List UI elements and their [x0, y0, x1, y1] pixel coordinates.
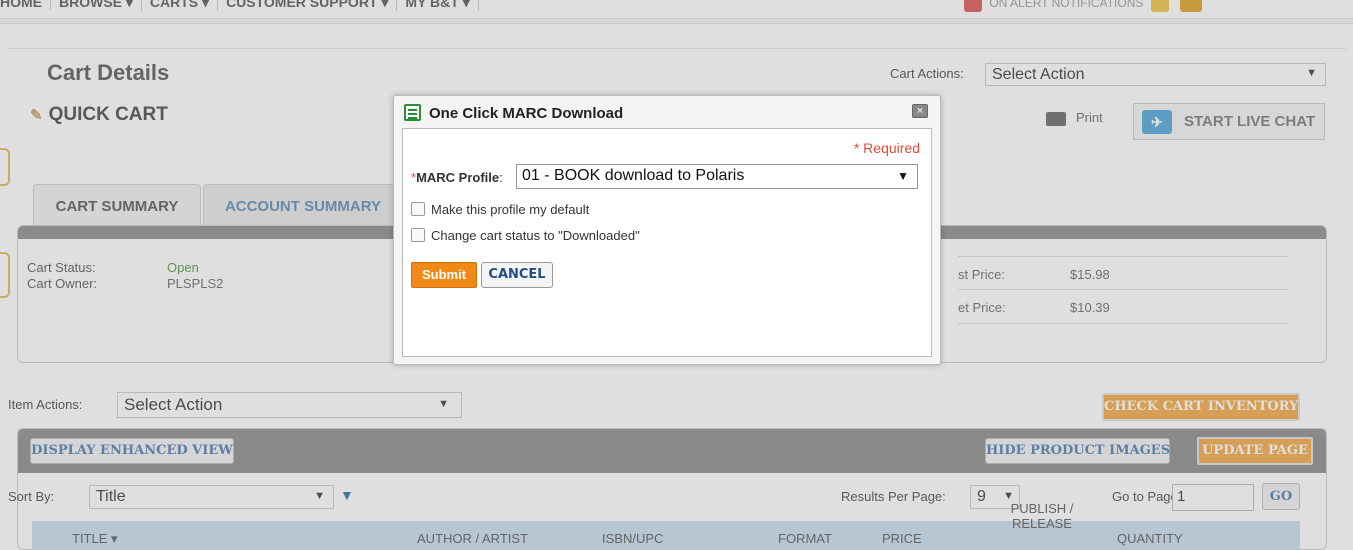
main-menu: HOME BROWSE ▾ CARTS ▾ CUSTOMER SUPPORT ▾ MY … — [0, 0, 479, 11]
start-live-chat-button[interactable]: ✈ START LIVE CHAT — [1133, 103, 1325, 140]
alert-icon[interactable] — [964, 0, 982, 12]
column-title[interactable]: TITLE ▾ — [72, 531, 118, 547]
cart-actions-value: Select Action — [992, 66, 1085, 83]
net-price-value: $10.39 — [1070, 300, 1110, 315]
chevron-down-icon: ▼ — [438, 398, 449, 410]
default-profile-label: Make this profile my default — [431, 202, 590, 217]
net-price-label: et Price: — [958, 300, 1006, 315]
header-divider — [0, 18, 1353, 24]
badge-icon — [1150, 0, 1169, 12]
item-actions-select[interactable]: Select Action ▼ — [117, 392, 462, 418]
list-price-row: st Price: $15.98 — [958, 256, 1288, 290]
pencil-icon[interactable]: ✎ — [30, 107, 43, 124]
print-button[interactable]: Print — [1046, 110, 1103, 126]
alerts-area: ON ALERT NOTIFICATIONS — [960, 0, 1206, 12]
results-per-page-label: Results Per Page: — [841, 489, 946, 504]
column-price: PRICE — [882, 531, 922, 546]
dialog-body: * Required *MARC Profile: 01 - BOOK down… — [402, 128, 932, 357]
top-navigation: HOME BROWSE ▾ CARTS ▾ CUSTOMER SUPPORT ▾ MY … — [0, 0, 1353, 18]
marc-profile-label-text: MARC Profile — [416, 170, 500, 185]
chevron-down-icon: ▼ — [1306, 67, 1317, 79]
column-publish-release: PUBLISH / RELEASE — [1010, 501, 1074, 531]
cart-status-value: Open — [167, 260, 199, 275]
results-per-page-value: 9 — [977, 488, 986, 505]
tab-account-summary[interactable]: ACCOUNT SUMMARY — [203, 184, 403, 226]
cart-owner: Cart Owner: PLSPLS2 — [27, 276, 223, 291]
dialog-title-text: One Click MARC Download — [429, 105, 624, 122]
column-author: AUTHOR / ARTIST — [417, 531, 528, 546]
nav-home[interactable]: HOME — [0, 0, 51, 10]
go-to-page-label: Go to Page: — [1112, 489, 1182, 504]
nav-browse[interactable]: BROWSE ▾ — [51, 0, 142, 11]
chevron-down-icon: ▼ — [897, 169, 909, 183]
hide-product-images-button[interactable]: HIDE PRODUCT IMAGES — [985, 438, 1170, 464]
side-tab-upper[interactable] — [0, 148, 10, 186]
downloaded-status-option: Change cart status to "Downloaded" — [411, 228, 640, 243]
chevron-down-icon: ▼ — [314, 490, 325, 502]
default-profile-checkbox[interactable] — [411, 202, 425, 216]
live-chat-label: START LIVE CHAT — [1184, 113, 1316, 130]
cart-actions-label: Cart Actions: — [890, 66, 964, 81]
printer-icon — [1046, 111, 1066, 126]
cart-owner-label: Cart Owner: — [27, 276, 98, 291]
sort-direction-icon[interactable]: ▼ — [340, 487, 354, 503]
required-note: * Required — [853, 140, 920, 156]
net-price-row: et Price: $10.39 — [958, 290, 1288, 324]
item-actions-value: Select Action — [124, 395, 223, 414]
default-profile-option: Make this profile my default — [411, 202, 589, 217]
downloaded-status-label: Change cart status to "Downloaded" — [431, 228, 640, 243]
cart-name: ✎ QUICK CART — [30, 104, 168, 126]
go-to-page-input[interactable]: 1 — [1172, 484, 1254, 511]
cart-name-text: QUICK CART — [48, 104, 168, 125]
marc-profile-select[interactable]: 01 - BOOK download to Polaris ▼ — [516, 164, 918, 189]
cancel-button[interactable]: CANCEL — [481, 262, 553, 288]
column-format: FORMAT — [778, 531, 832, 546]
submit-button[interactable]: Submit — [411, 262, 477, 288]
marc-profile-value: 01 - BOOK download to Polaris — [522, 167, 745, 184]
cart-actions-select[interactable]: Select Action ▼ — [985, 63, 1326, 86]
column-isbn: ISBN/UPC — [602, 531, 664, 546]
cart-status-label: Cart Status: — [27, 260, 96, 275]
column-quantity: QUANTITY — [1117, 531, 1183, 546]
close-icon[interactable]: × — [912, 104, 928, 118]
nav-customer-support[interactable]: CUSTOMER SUPPORT ▾ — [218, 0, 398, 11]
list-price-value: $15.98 — [1070, 267, 1110, 282]
print-label: Print — [1076, 110, 1103, 125]
item-actions-label: Item Actions: — [8, 397, 83, 412]
list-price-label: st Price: — [958, 267, 1005, 282]
alerts-text[interactable]: ON ALERT NOTIFICATIONS — [989, 0, 1143, 10]
chat-icon: ✈ — [1142, 110, 1172, 134]
go-button[interactable]: GO — [1262, 483, 1300, 510]
tab-cart-summary[interactable]: CART SUMMARY — [33, 184, 201, 226]
update-page-button[interactable]: UPDATE PAGE — [1197, 437, 1313, 465]
account-icon[interactable] — [1180, 0, 1203, 12]
display-enhanced-view-button[interactable]: DISPLAY ENHANCED VIEW — [30, 438, 234, 464]
nav-carts[interactable]: CARTS ▾ — [142, 0, 219, 11]
cart-status: Cart Status: Open — [27, 260, 199, 275]
dialog-title: One Click MARC Download — [404, 104, 623, 122]
sort-by-select[interactable]: Title ▼ — [89, 485, 334, 509]
sort-by-value: Title — [96, 488, 126, 505]
check-cart-inventory-button[interactable]: CHECK CART INVENTORY — [1102, 393, 1300, 421]
document-icon — [404, 104, 421, 121]
side-tab-lower[interactable] — [0, 252, 10, 298]
sort-by-label: Sort By: — [8, 489, 55, 504]
page-title: Cart Details — [47, 60, 170, 85]
table-header: TITLE ▾ AUTHOR / ARTIST ISBN/UPC FORMAT … — [32, 501, 1300, 550]
nav-my-bt[interactable]: MY B&T ▾ — [397, 0, 479, 11]
marc-download-dialog: One Click MARC Download × * Required *MA… — [393, 95, 941, 365]
cart-owner-value: PLSPLS2 — [167, 276, 224, 291]
downloaded-status-checkbox[interactable] — [411, 228, 425, 242]
marc-profile-label: *MARC Profile: — [411, 170, 503, 185]
